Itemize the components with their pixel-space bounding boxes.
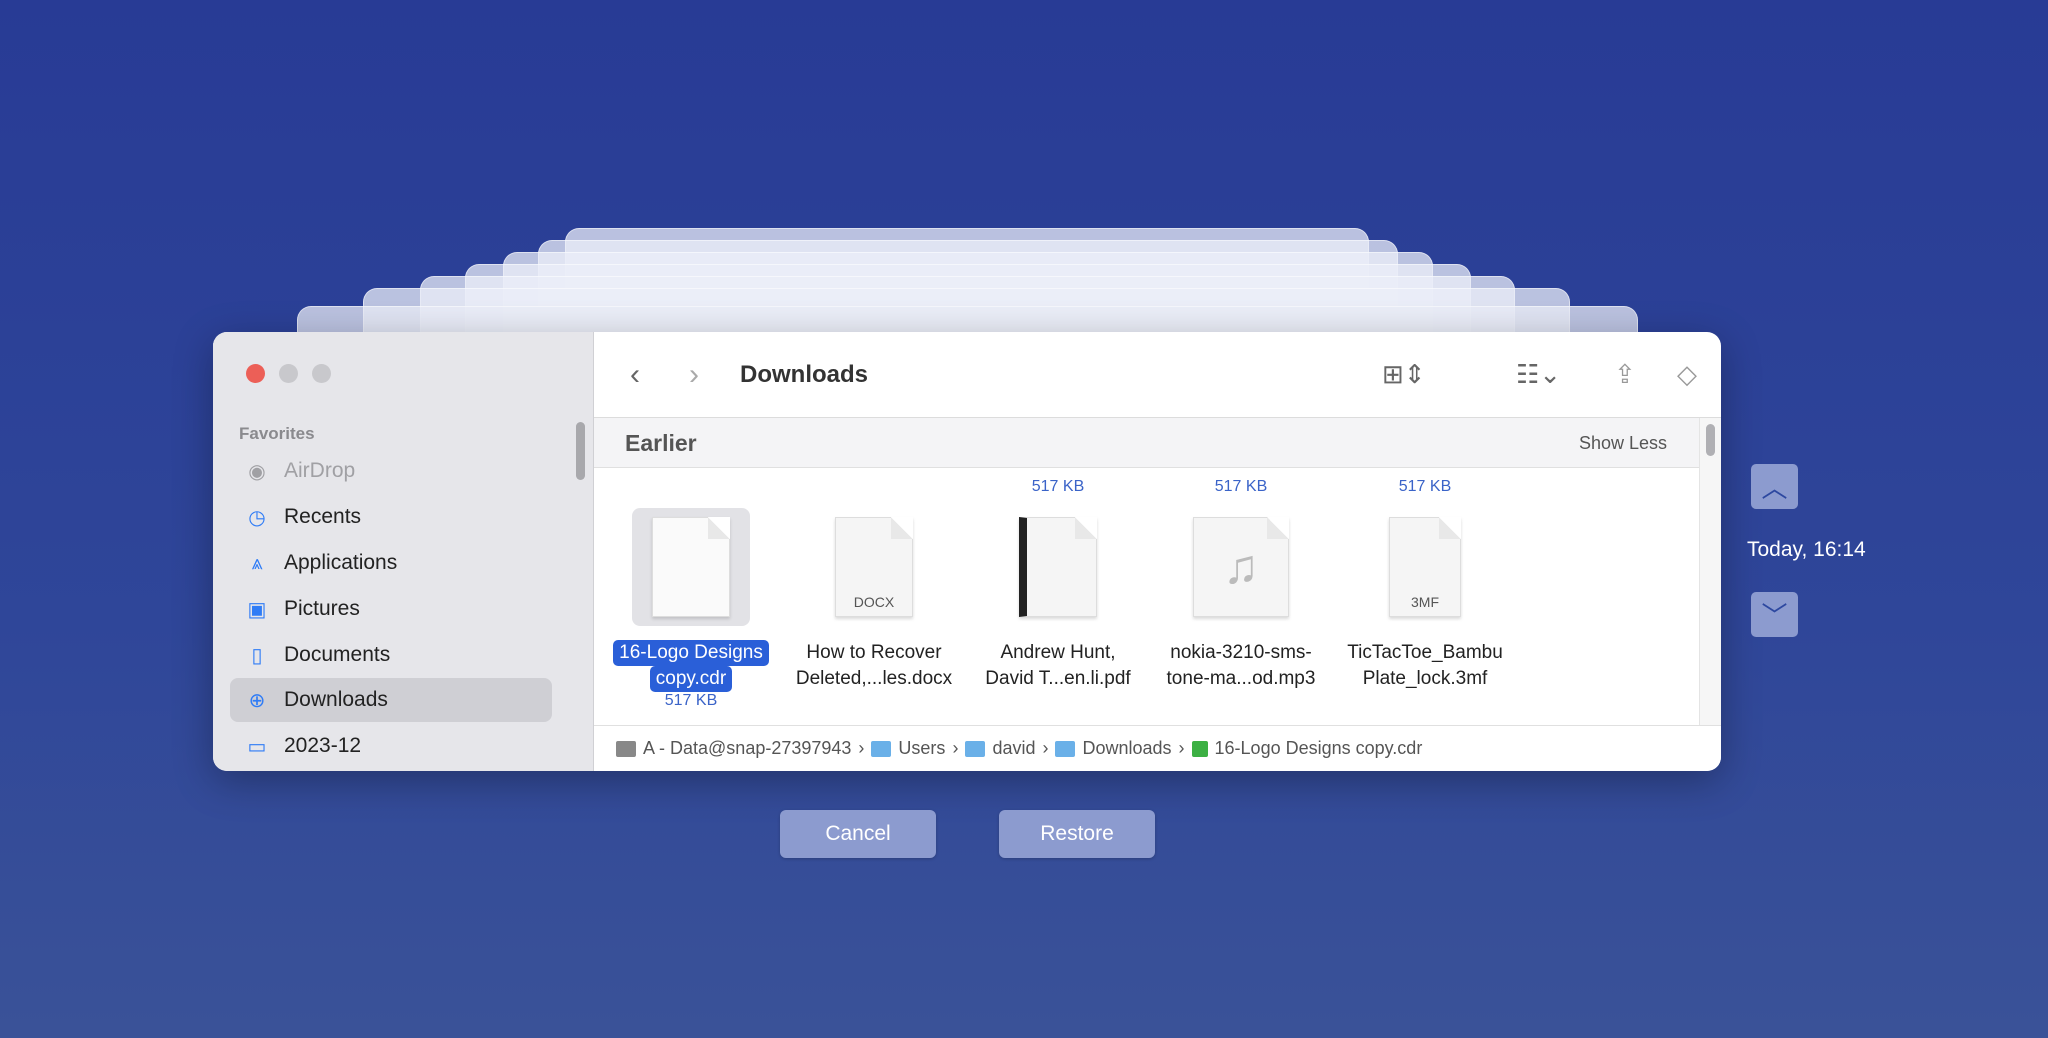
restore-button[interactable]: Restore — [999, 810, 1155, 858]
folder-icon: ▭ — [247, 735, 267, 758]
folder-icon — [871, 740, 892, 757]
path-item[interactable]: 16-Logo Designs copy.cdr — [1215, 738, 1423, 759]
back-button[interactable]: ‹ — [630, 358, 640, 392]
cdr-file-icon — [632, 508, 750, 626]
folder-icon — [965, 740, 986, 757]
audio-file-icon: ♫ — [1182, 508, 1300, 626]
content-scrollbar[interactable] — [1699, 418, 1721, 725]
group-icon[interactable]: ☷⌄ — [1516, 359, 1561, 390]
path-item[interactable]: david — [992, 738, 1035, 759]
docx-file-icon: DOCX — [815, 508, 933, 626]
path-bar: A - Data@snap-27397943 › Users › david › Do… — [594, 725, 1721, 771]
file-name: Andrew Hunt, — [1000, 642, 1116, 663]
sidebar-section-favorites: Favorites — [239, 424, 315, 443]
file-item[interactable]: 517 KB Andrew Hunt, David T...en.li.pdf — [968, 478, 1148, 692]
file-name: Deleted,...les.docx — [795, 668, 953, 689]
sidebar-item-downloads[interactable]: ⊕ Downloads — [230, 678, 552, 722]
file-size: 517 KB — [1398, 478, 1452, 495]
file-item[interactable]: 517 KB 3MF TicTacToe_Bambu Plate_lock.3mf — [1335, 478, 1515, 692]
chevron-up-icon[interactable]: ︿ — [1751, 464, 1798, 509]
file-name: tone-ma...od.mp3 — [1166, 668, 1316, 689]
sidebar: Favorites ◉ AirDrop ◷ Recents ⩓ Application… — [213, 332, 594, 771]
zoom-button[interactable] — [312, 364, 331, 383]
file-item[interactable]: 517 KB ♫ nokia-3210-sms-tone-ma...od.mp3 — [1151, 478, 1331, 692]
snapshot-time: Today, 16:14 — [1747, 538, 1866, 561]
path-item[interactable]: Users — [898, 738, 945, 759]
section-title: Earlier — [625, 430, 697, 456]
window-controls — [246, 364, 331, 383]
cdr-file-icon — [1191, 740, 1208, 757]
section-header: Earlier Show Less — [594, 418, 1699, 468]
toolbar: ‹ › Downloads ⊞⇕ ☷⌄ ⇪ ◇ ⊙⌄ ⌕ — [594, 332, 1721, 418]
tag-icon[interactable]: ◇ — [1677, 359, 1697, 390]
sidebar-item-applications[interactable]: ⩓ Applications — [230, 541, 552, 585]
sidebar-item-documents[interactable]: ▯ Documents — [230, 633, 552, 677]
file-item[interactable]: DOCX How to Recover Deleted,...les.docx — [784, 478, 964, 692]
sidebar-item-recents[interactable]: ◷ Recents — [230, 495, 552, 539]
window-title: Downloads — [740, 360, 869, 388]
file-name: nokia-3210-sms- — [1170, 642, 1312, 663]
file-size: 517 KB — [1214, 478, 1268, 495]
file-name: 16-Logo Designs — [613, 640, 769, 666]
airdrop-icon: ◉ — [248, 460, 266, 483]
download-icon: ⊕ — [248, 689, 266, 712]
file-name: David T...en.li.pdf — [985, 668, 1131, 689]
chevron-down-icon[interactable]: ﹀ — [1751, 592, 1798, 637]
file-name: TicTacToe_Bambu — [1347, 642, 1503, 663]
disk-icon — [616, 740, 636, 757]
sidebar-item-2023-12[interactable]: ▭ 2023-12 — [230, 724, 552, 768]
forward-button[interactable]: › — [689, 358, 699, 392]
path-item[interactable]: Downloads — [1082, 738, 1171, 759]
file-name: How to Recover — [806, 642, 942, 663]
sidebar-item-airdrop[interactable]: ◉ AirDrop — [230, 449, 552, 493]
close-button[interactable] — [246, 364, 265, 383]
file-item[interactable]: 16-Logo Designs copy.cdr 517 KB — [601, 478, 781, 712]
cancel-button[interactable]: Cancel — [780, 810, 936, 858]
sidebar-item-pictures[interactable]: ▣ Pictures — [230, 587, 552, 631]
view-grid-icon[interactable]: ⊞⇕ — [1382, 359, 1426, 390]
file-name: Plate_lock.3mf — [1362, 668, 1488, 689]
finder-window: Favorites ◉ AirDrop ◷ Recents ⩓ Application… — [213, 332, 1721, 771]
3mf-file-icon: 3MF — [1366, 508, 1484, 626]
folder-icon — [1055, 740, 1076, 757]
minimize-button[interactable] — [279, 364, 298, 383]
file-size: 517 KB — [1031, 478, 1085, 495]
share-icon[interactable]: ⇪ — [1614, 359, 1636, 390]
applications-icon: ⩓ — [251, 551, 263, 574]
pdf-file-icon — [999, 508, 1117, 626]
path-item[interactable]: A - Data@snap-27397943 — [643, 738, 851, 759]
file-name: copy.cdr — [649, 666, 733, 692]
file-size: 517 KB — [664, 692, 718, 709]
clock-icon: ◷ — [248, 506, 266, 529]
sidebar-scrollbar[interactable] — [576, 422, 585, 480]
document-icon: ▯ — [251, 644, 263, 667]
photo-icon: ▣ — [247, 598, 267, 621]
show-less-button[interactable]: Show Less — [1579, 433, 1667, 454]
